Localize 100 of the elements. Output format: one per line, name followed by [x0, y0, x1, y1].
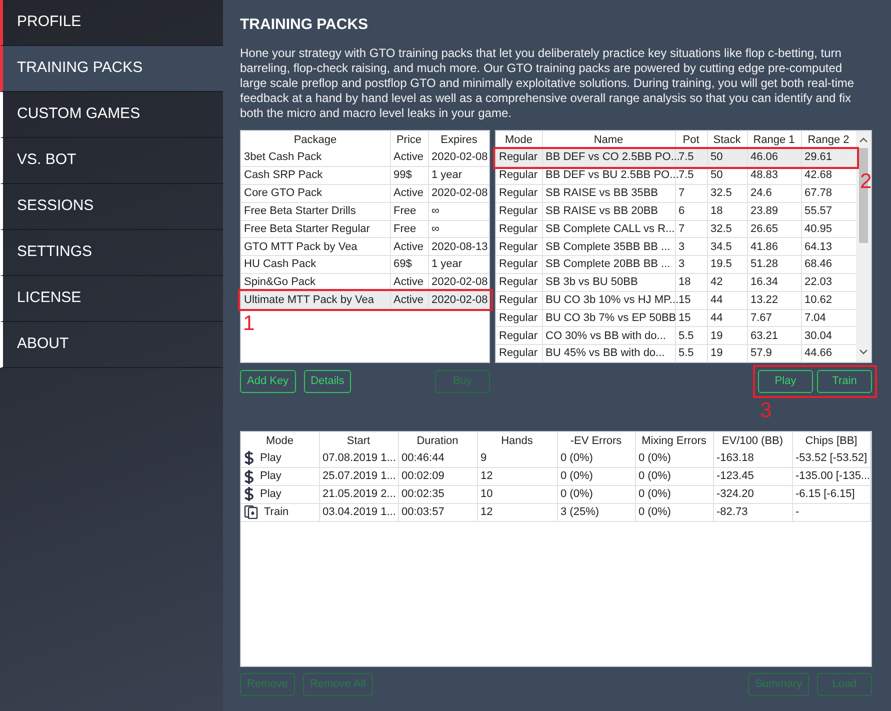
table-cell: 3	[675, 238, 707, 256]
scroll-down-icon[interactable]	[859, 349, 868, 355]
table-row[interactable]: Regular SB Complete CALL vs R... 7 32.5 26.65 40.95	[496, 220, 856, 238]
table-cell: 0 (0%)	[635, 468, 713, 486]
table-cell: BU CO 3b 10% vs HJ MP...	[542, 291, 675, 310]
column-header[interactable]: Chips [BB]	[792, 432, 870, 450]
table-cell: Regular	[496, 202, 542, 220]
table-cell: 1 year	[428, 166, 489, 185]
table-cell: 41.86	[747, 238, 801, 256]
table-cell: 24.6	[747, 184, 801, 202]
table-row[interactable]: Play 25.07.2019 1... 00:02:09 12 0 (0%) 0 (0%) -123.45 -135.00 [-135...	[241, 468, 870, 486]
sidebar-item[interactable]: LICENSE	[0, 276, 223, 322]
sidebar-item[interactable]: TRAINING PACKS	[0, 46, 223, 92]
table-cell: 0 (0%)	[557, 450, 635, 468]
action-button[interactable]: Add Key	[240, 370, 296, 393]
table-cell: 50	[707, 149, 747, 167]
scroll-up-icon[interactable]	[859, 137, 868, 143]
table-cell: Regular	[496, 309, 542, 327]
sidebar-item[interactable]: CUSTOM GAMES	[0, 92, 223, 138]
dollar-icon	[244, 487, 254, 502]
table-cell: Regular	[496, 291, 542, 310]
table-cell: SB Complete CALL vs R...	[542, 220, 675, 238]
table-cell: 19	[707, 326, 747, 345]
column-header[interactable]: Package	[241, 131, 390, 149]
table-cell: 69$	[390, 256, 428, 274]
table-row[interactable]: Cash SRP Pack 99$ 1 year	[241, 166, 489, 185]
action-button[interactable]: Details	[304, 370, 352, 393]
table-row[interactable]: Core GTO Pack Active 2020-02-08	[241, 184, 489, 202]
table-cell: 2020-02-08	[428, 184, 489, 202]
table-row[interactable]: Regular BU CO 3b 10% vs HJ MP...15 44 13.22 10.62	[496, 291, 856, 310]
table-row[interactable]: Play 21.05.2019 2... 00:02:35 10 0 (0%) 0 (0%) -324.20 -6.15 [-6.15]	[241, 486, 870, 504]
table-cell: SB 3b vs BU 50BB	[542, 274, 675, 292]
table-row[interactable]: Train 03.04.2019 1... 00:03:57 12 3 (25%) 0 (0%) -82.73 -	[241, 503, 870, 522]
table-cell: -6.15 [-6.15]	[792, 486, 870, 504]
table-cell: 3 (25%)	[557, 503, 635, 522]
table-cell: 18	[675, 274, 707, 292]
column-header[interactable]: EV/100 (BB)	[713, 432, 792, 450]
table-cell: Active	[390, 184, 428, 202]
table-cell: ∞	[428, 202, 489, 220]
table-cell: -53.52 [-53.52]	[792, 450, 870, 468]
table-row[interactable]: GTO MTT Pack by Vea Active 2020-08-13	[241, 238, 489, 256]
table-cell: SB Complete 20BB BB ...	[542, 256, 675, 274]
table-cell: 16.34	[747, 274, 801, 292]
table-cell: 12	[477, 503, 557, 522]
table-cell: 19.5	[707, 256, 747, 274]
column-header[interactable]: Duration	[398, 432, 477, 450]
table-cell: 23.89	[747, 202, 801, 220]
table-row[interactable]: Regular CO 30% vs BB with do... 5.5 19 63.21 30.04	[496, 326, 856, 345]
sidebar-item[interactable]: SESSIONS	[0, 184, 223, 230]
table-row[interactable]: Regular SB Complete 20BB BB ... 3 19.5 51.28 68.46	[496, 256, 856, 274]
cards-icon	[244, 505, 258, 520]
table-cell: Free Beta Starter Regular	[241, 220, 390, 238]
table-cell: 44	[707, 309, 747, 327]
table-row[interactable]: Regular BU CO 3b 7% vs EP 50BB 15 44 7.67 7.04	[496, 309, 856, 327]
table-cell: -163.18	[713, 450, 792, 468]
table-cell: Active	[390, 149, 428, 167]
sidebar-item[interactable]: SETTINGS	[0, 230, 223, 276]
table-row[interactable]: Spin&Go Pack Active 2020-02-08	[241, 274, 489, 292]
callout-number: 3	[760, 400, 772, 422]
table-cell: 34.5	[707, 238, 747, 256]
table-cell: 3bet Cash Pack	[241, 149, 390, 167]
table-row[interactable]: Ultimate MTT Pack by Vea Active 2020-02-08	[241, 291, 489, 310]
column-header[interactable]: -EV Errors	[557, 432, 635, 450]
table-cell: 7	[675, 184, 707, 202]
table-cell: 18	[707, 202, 747, 220]
table-cell: 03.04.2019 1...	[319, 503, 398, 522]
sidebar-item[interactable]: VS. BOT	[0, 138, 223, 184]
table-row[interactable]: Regular SB RAISE vs BB 20BB 6 18 23.89 55.57	[496, 202, 856, 220]
table-cell: Regular	[496, 166, 542, 185]
table-cell: 7	[675, 220, 707, 238]
action-button[interactable]: Play	[758, 370, 813, 393]
callout-number: 1	[243, 313, 255, 336]
column-header[interactable]: Expires	[428, 131, 489, 149]
table-row[interactable]: Regular SB RAISE vs BB 35BB 7 32.5 24.6 67.78	[496, 184, 856, 202]
table-cell: 10	[477, 486, 557, 504]
table-row[interactable]: Regular BB DEF vs CO 2.5BB PO...7.5 50 46.06 29.61	[496, 149, 856, 167]
table-cell: -123.45	[713, 468, 792, 486]
table-row[interactable]: Regular BB DEF vs BU 2.5BB PO...7.5 50 48.83 42.68	[496, 166, 856, 185]
table-row[interactable]: 3bet Cash Pack Active 2020-02-08	[241, 149, 489, 167]
column-header[interactable]: Mode	[241, 432, 319, 450]
table-row[interactable]: Free Beta Starter Drills Free ∞	[241, 202, 489, 220]
sidebar-item[interactable]: ABOUT	[0, 322, 223, 368]
table-row[interactable]: Free Beta Starter Regular Free ∞	[241, 220, 489, 238]
table-row[interactable]: Regular SB 3b vs BU 50BB 18 42 16.34 22.03	[496, 274, 856, 292]
column-header[interactable]: Price	[390, 131, 428, 149]
table-cell: 2020-02-08	[428, 149, 489, 167]
table-cell: 5.5	[675, 344, 707, 362]
table-cell: SB RAISE vs BB 35BB	[542, 184, 675, 202]
column-header[interactable]: Mixing Errors	[635, 432, 713, 450]
table-cell: 0 (0%)	[557, 486, 635, 504]
table-cell: Regular	[496, 149, 542, 167]
table-cell: SB Complete 35BB BB ...	[542, 238, 675, 256]
table-row[interactable]: Play 07.08.2019 1... 00:46:44 9 0 (0%) 0 (0%) -163.18 -53.52 [-53.52]	[241, 450, 870, 468]
table-row[interactable]: Regular SB Complete 35BB BB ... 3 34.5 41.86 64.13	[496, 238, 856, 256]
action-button[interactable]: Train	[817, 370, 872, 393]
table-row[interactable]: HU Cash Pack 69$ 1 year	[241, 256, 489, 274]
column-header[interactable]: Start	[319, 432, 398, 450]
column-header[interactable]: Hands	[477, 432, 557, 450]
table-cell: 0 (0%)	[635, 503, 713, 522]
table-cell: Train	[264, 506, 289, 518]
